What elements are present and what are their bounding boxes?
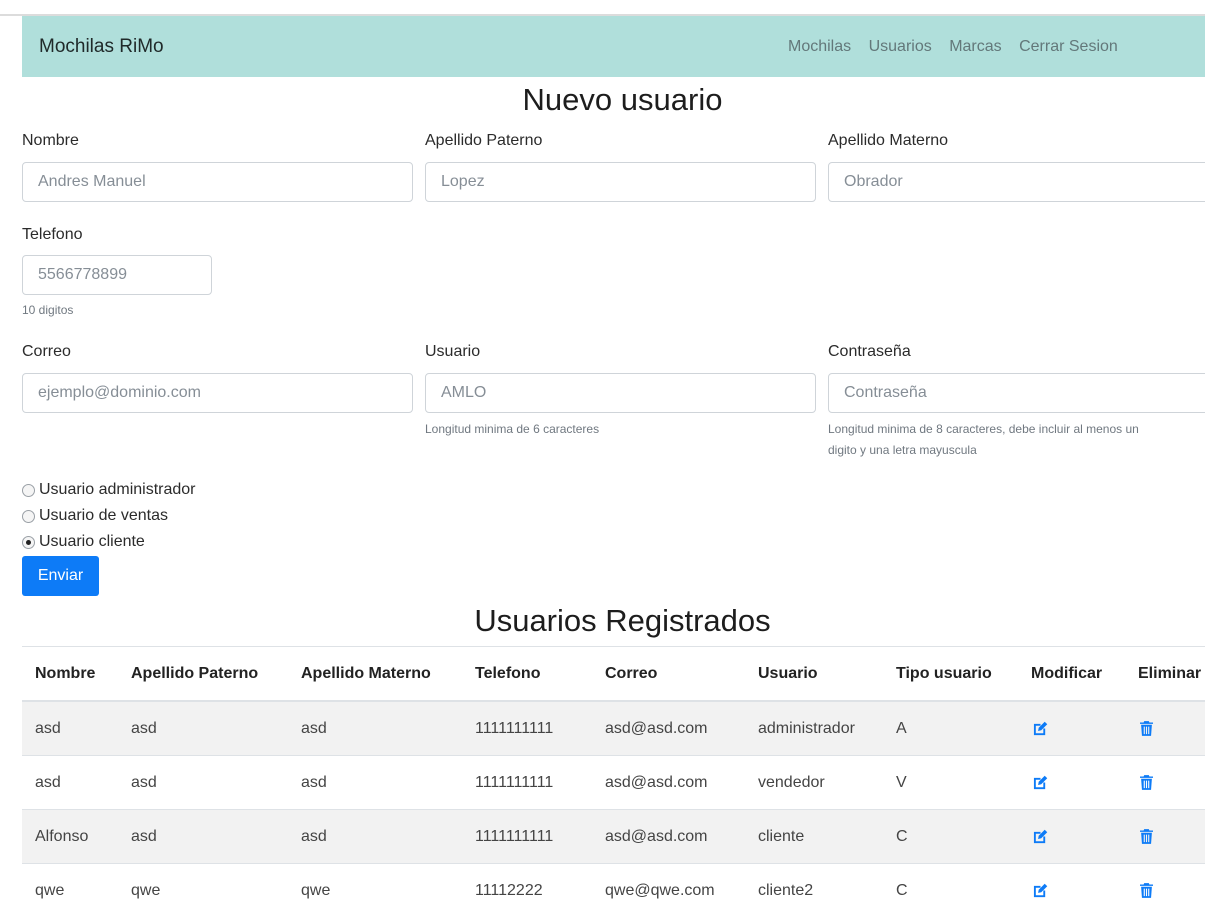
radio-label-cliente: Usuario cliente xyxy=(39,533,145,550)
header-telefono: Telefono xyxy=(462,646,592,702)
radio-option-cliente[interactable]: Usuario cliente xyxy=(22,533,145,551)
modificar-button[interactable] xyxy=(1018,809,1125,864)
header-eliminar: Eliminar xyxy=(1125,646,1205,702)
cell-nombre: Alfonso xyxy=(22,809,118,864)
nav-link-usuarios[interactable]: Usuarios xyxy=(869,38,932,55)
contrasena-label: Contraseña xyxy=(828,343,911,360)
enviar-button[interactable]: Enviar xyxy=(22,556,99,596)
cell-usuario: cliente xyxy=(745,809,883,864)
form-title: Nuevo usuario xyxy=(522,82,723,117)
contrasena-help-line1: Longitud minima de 8 caracteres, debe in… xyxy=(828,422,1139,436)
cell-tipo-usuario: A xyxy=(883,700,1018,756)
edit-icon[interactable] xyxy=(1033,775,1048,790)
radio-label-administrador: Usuario administrador xyxy=(39,481,196,498)
eliminar-button[interactable] xyxy=(1125,700,1205,756)
header-modificar: Modificar xyxy=(1018,646,1125,702)
cell-apellido-paterno: qwe xyxy=(118,863,288,917)
radio-button-administrador[interactable] xyxy=(22,483,35,497)
cell-usuario: administrador xyxy=(745,700,883,756)
edit-icon[interactable] xyxy=(1033,883,1048,898)
table-row: asd asd asd 1111111111 asd@asd.com vendedor V xyxy=(22,755,1205,810)
brand-link[interactable]: Mochilas RiMo xyxy=(39,36,164,58)
apellido-materno-label: Apellido Materno xyxy=(828,132,949,149)
cell-telefono: 11112222 xyxy=(462,863,592,917)
nombre-input[interactable] xyxy=(22,162,413,202)
table-title: Usuarios Registrados xyxy=(474,603,771,638)
cell-apellido-materno: asd xyxy=(288,755,462,810)
nombre-label: Nombre xyxy=(22,132,79,149)
table-body: asd asd asd 1111111111 asd@asd.com administra… xyxy=(22,700,1205,917)
cell-nombre: qwe xyxy=(22,863,118,917)
usuario-label: Usuario xyxy=(425,343,481,360)
table-row: Alfonso asd asd 1111111111 asd@asd.com client… xyxy=(22,809,1205,864)
edit-icon[interactable] xyxy=(1033,721,1048,736)
eliminar-button[interactable] xyxy=(1125,863,1205,917)
modificar-button[interactable] xyxy=(1018,863,1125,917)
table-row: qwe qwe qwe 11112222 qwe@qwe.com cliente2 C xyxy=(22,863,1205,917)
cell-apellido-materno: asd xyxy=(288,809,462,864)
trash-icon[interactable] xyxy=(1140,775,1153,790)
header-correo: Correo xyxy=(592,646,745,702)
modificar-button[interactable] xyxy=(1018,700,1125,756)
correo-input[interactable] xyxy=(22,373,413,413)
usuario-input[interactable] xyxy=(425,373,816,413)
cell-nombre: asd xyxy=(22,700,118,756)
cell-apellido-paterno: asd xyxy=(118,755,288,810)
header-apellido-paterno: Apellido Paterno xyxy=(118,646,288,702)
usuario-help: Longitud minima de 6 caracteres xyxy=(425,422,600,436)
apellido-paterno-label: Apellido Paterno xyxy=(425,132,543,149)
trash-icon[interactable] xyxy=(1140,883,1153,898)
table-row: asd asd asd 1111111111 asd@asd.com administra… xyxy=(22,700,1205,756)
radio-option-ventas[interactable]: Usuario de ventas xyxy=(22,507,168,525)
cell-correo: asd@asd.com xyxy=(592,809,745,864)
radio-button-cliente[interactable] xyxy=(22,535,35,549)
header-usuario: Usuario xyxy=(745,646,883,702)
users-table: Nombre Apellido Paterno Apellido Materno… xyxy=(22,646,1205,917)
radio-button-ventas[interactable] xyxy=(22,509,35,523)
cell-correo: asd@asd.com xyxy=(592,755,745,810)
radio-label-ventas: Usuario de ventas xyxy=(39,507,168,524)
cell-telefono: 1111111111 xyxy=(462,809,592,864)
contrasena-help-line2: digito y una letra mayuscula xyxy=(828,443,977,457)
cell-correo: asd@asd.com xyxy=(592,700,745,756)
trash-icon[interactable] xyxy=(1140,829,1153,844)
nav-links: Mochilas Usuarios Marcas Cerrar Sesion xyxy=(788,38,1131,56)
telefono-input[interactable] xyxy=(22,255,212,295)
nav-link-marcas[interactable]: Marcas xyxy=(949,38,1001,55)
nav-link-mochilas[interactable]: Mochilas xyxy=(788,38,851,55)
correo-label: Correo xyxy=(22,343,71,360)
eliminar-button[interactable] xyxy=(1125,755,1205,810)
header-tipo-usuario: Tipo usuario xyxy=(883,646,1018,702)
eliminar-button[interactable] xyxy=(1125,809,1205,864)
table-header-row: Nombre Apellido Paterno Apellido Materno… xyxy=(22,646,1205,702)
trash-icon[interactable] xyxy=(1140,721,1153,736)
telefono-label: Telefono xyxy=(22,226,83,243)
cell-tipo-usuario: C xyxy=(883,863,1018,917)
telefono-help: 10 digitos xyxy=(22,303,74,317)
cell-tipo-usuario: C xyxy=(883,809,1018,864)
cell-apellido-paterno: asd xyxy=(118,700,288,756)
navbar: Mochilas RiMo Mochilas Usuarios Marcas C… xyxy=(22,16,1205,77)
cell-apellido-paterno: asd xyxy=(118,809,288,864)
cell-correo: qwe@qwe.com xyxy=(592,863,745,917)
cell-nombre: asd xyxy=(22,755,118,810)
modificar-button[interactable] xyxy=(1018,755,1125,810)
apellido-materno-input[interactable] xyxy=(828,162,1205,202)
nav-link-cerrar-sesion[interactable]: Cerrar Sesion xyxy=(1019,38,1118,55)
cell-telefono: 1111111111 xyxy=(462,755,592,810)
cell-apellido-materno: qwe xyxy=(288,863,462,917)
header-apellido-materno: Apellido Materno xyxy=(288,646,462,702)
cell-apellido-materno: asd xyxy=(288,700,462,756)
header-nombre: Nombre xyxy=(22,646,118,702)
cell-usuario: vendedor xyxy=(745,755,883,810)
cell-tipo-usuario: V xyxy=(883,755,1018,810)
apellido-paterno-input[interactable] xyxy=(425,162,816,202)
cell-telefono: 1111111111 xyxy=(462,700,592,756)
contrasena-input[interactable] xyxy=(828,373,1205,413)
cell-usuario: cliente2 xyxy=(745,863,883,917)
edit-icon[interactable] xyxy=(1033,829,1048,844)
page: Mochilas RiMo Mochilas Usuarios Marcas C… xyxy=(0,0,1205,918)
radio-option-administrador[interactable]: Usuario administrador xyxy=(22,481,196,499)
